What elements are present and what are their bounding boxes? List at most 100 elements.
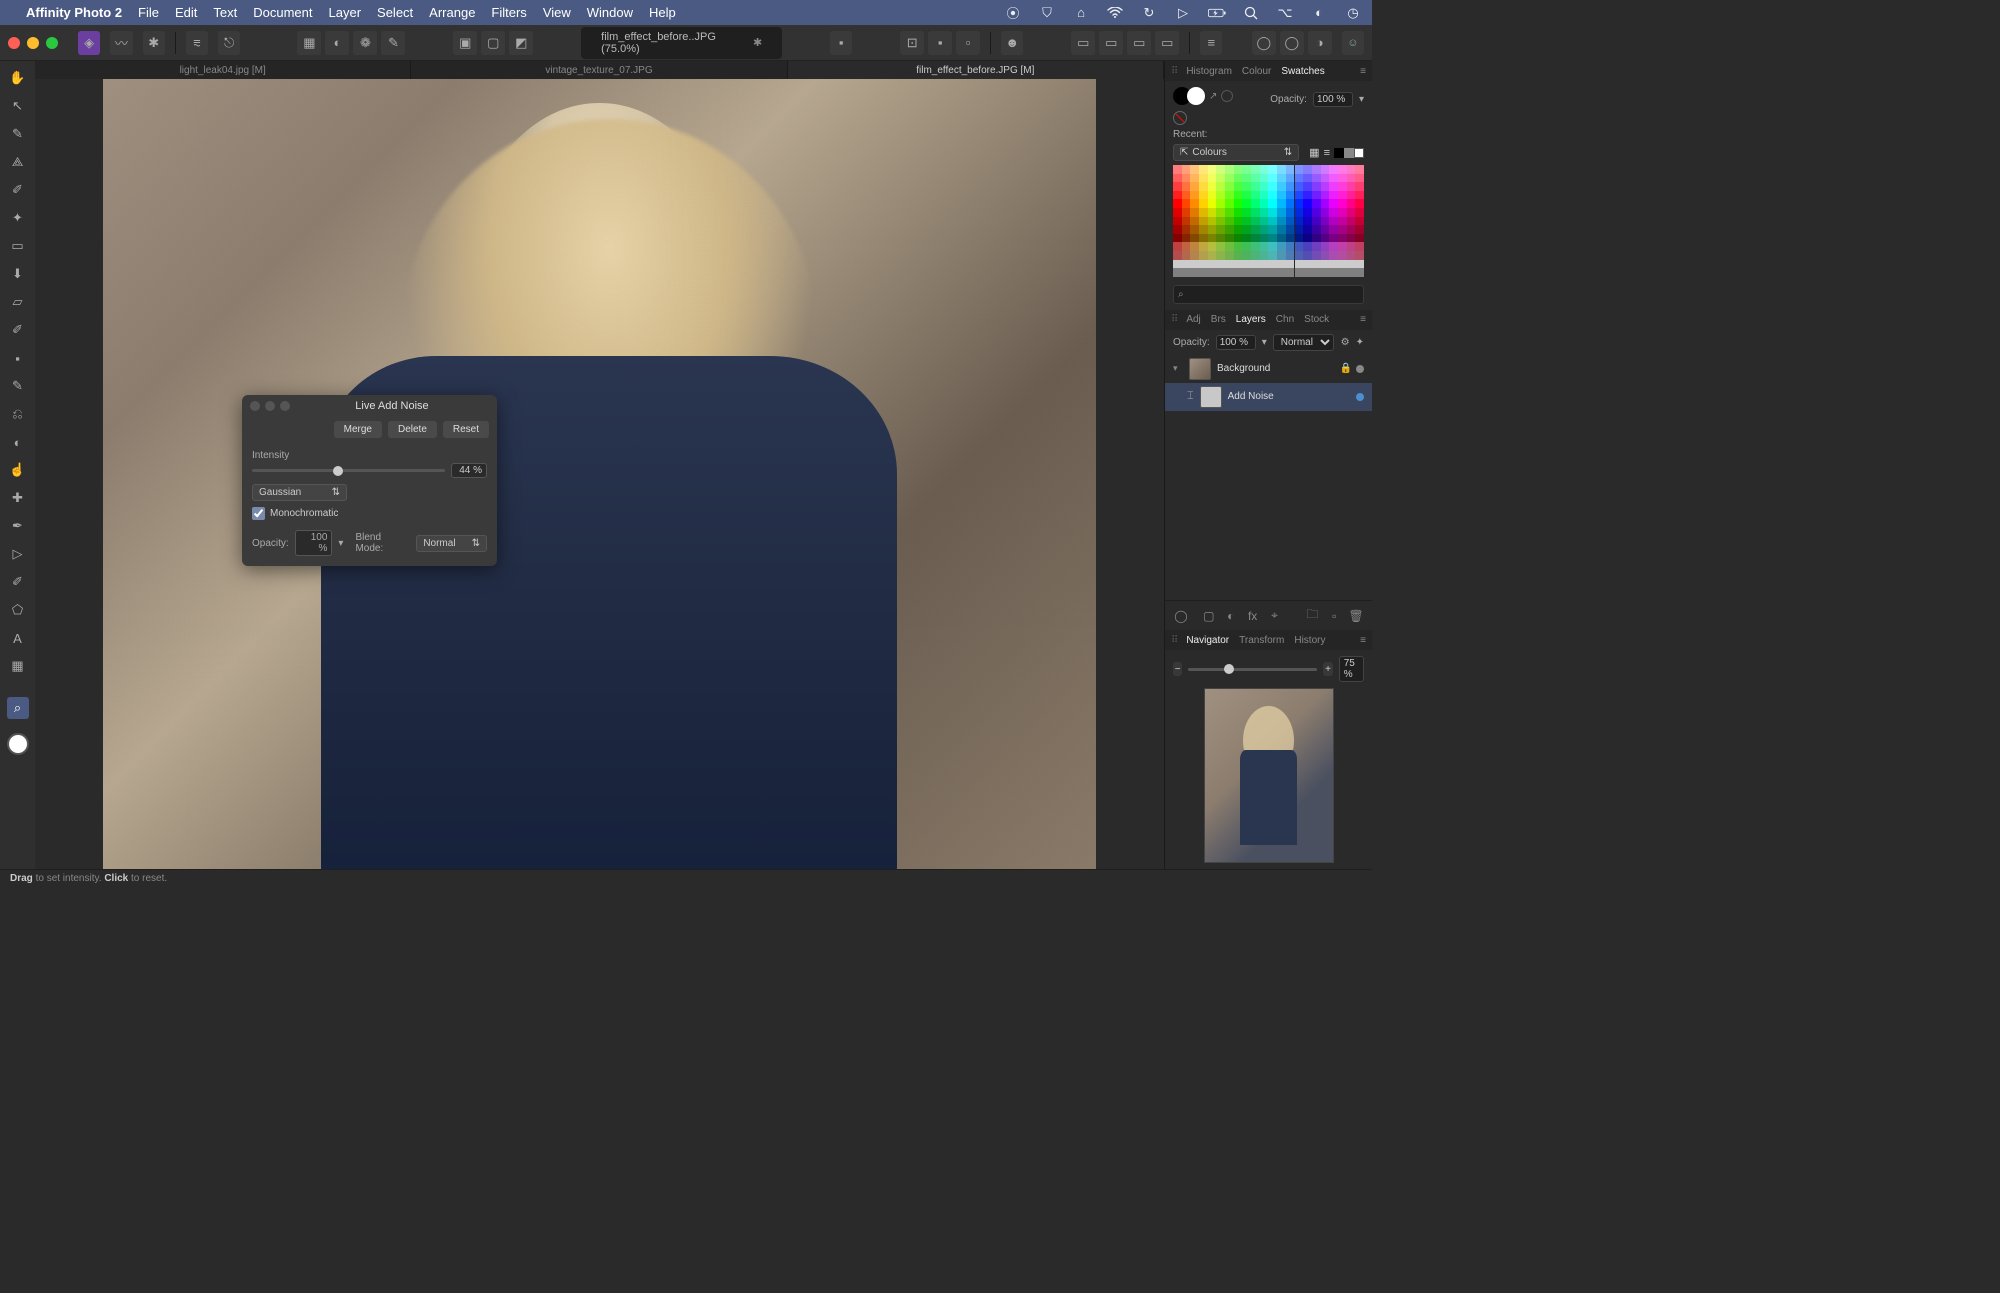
swatch[interactable]	[1199, 260, 1208, 269]
swatch[interactable]	[1295, 242, 1304, 251]
tab-stock[interactable]: Stock	[1304, 314, 1329, 325]
swatch[interactable]	[1225, 174, 1234, 183]
wifi-icon[interactable]	[1106, 4, 1124, 22]
swatch[interactable]	[1321, 199, 1330, 208]
swatch[interactable]	[1216, 260, 1225, 269]
swatch[interactable]	[1260, 268, 1269, 277]
swatch[interactable]	[1216, 199, 1225, 208]
swatch[interactable]	[1173, 182, 1182, 191]
swatch[interactable]	[1347, 165, 1356, 174]
panel-grip-icon[interactable]: ⠿	[1171, 635, 1176, 646]
group-layers-icon[interactable]: 🗀	[1304, 605, 1320, 626]
swatch[interactable]	[1216, 208, 1225, 217]
swatch[interactable]	[1216, 165, 1225, 174]
swatch[interactable]	[1321, 174, 1330, 183]
swatch[interactable]	[1182, 217, 1191, 226]
swatch[interactable]	[1355, 217, 1364, 226]
flood-fill-tool-icon[interactable]: ⬇	[7, 263, 29, 285]
swatch[interactable]	[1173, 251, 1182, 260]
menu-text[interactable]: Text	[213, 5, 237, 20]
panel-menu-icon[interactable]: ≡	[1360, 314, 1366, 325]
menu-window[interactable]: Window	[587, 5, 633, 20]
swatch[interactable]	[1242, 182, 1251, 191]
swatch[interactable]	[1208, 225, 1217, 234]
swatch[interactable]	[1190, 191, 1199, 200]
tab-channels[interactable]: Chn	[1276, 314, 1294, 325]
swatch[interactable]	[1286, 268, 1295, 277]
swatch[interactable]	[1242, 242, 1251, 251]
add-mask-icon[interactable]: ▢	[1201, 609, 1217, 623]
swatch[interactable]	[1268, 165, 1277, 174]
move-by-pixel-icon[interactable]: ▫	[956, 31, 980, 55]
swatch[interactable]	[1286, 208, 1295, 217]
menu-filters[interactable]: Filters	[491, 5, 526, 20]
swatch[interactable]	[1303, 260, 1312, 269]
swatch[interactable]	[1260, 260, 1269, 269]
zoom-tool-icon[interactable]: ⌕	[7, 697, 29, 719]
tab-layers[interactable]: Layers	[1236, 314, 1266, 325]
swatch[interactable]	[1216, 191, 1225, 200]
swatch[interactable]	[1234, 174, 1243, 183]
move-tool-icon[interactable]: ↖	[7, 95, 29, 117]
swatch[interactable]	[1251, 225, 1260, 234]
swatch[interactable]	[1347, 182, 1356, 191]
dialog-opacity-value[interactable]: 100 %	[295, 530, 333, 556]
maximize-window-icon[interactable]	[46, 37, 58, 49]
close-window-icon[interactable]	[8, 37, 20, 49]
swatch-grey[interactable]	[1344, 148, 1354, 158]
swatch[interactable]	[1295, 251, 1304, 260]
swatch[interactable]	[1303, 242, 1312, 251]
swatch[interactable]	[1286, 199, 1295, 208]
swatch[interactable]	[1268, 225, 1277, 234]
swatch[interactable]	[1182, 199, 1191, 208]
swatch[interactable]	[1355, 260, 1364, 269]
add-live-filter-icon[interactable]: ⌖	[1267, 608, 1283, 623]
swatch[interactable]	[1260, 234, 1269, 243]
swatch[interactable]	[1303, 268, 1312, 277]
panel-grip-icon[interactable]: ⠿	[1171, 66, 1176, 77]
swatch[interactable]	[1216, 225, 1225, 234]
battery-icon[interactable]	[1208, 4, 1226, 22]
swatch[interactable]	[1268, 260, 1277, 269]
swatch[interactable]	[1268, 217, 1277, 226]
swatch[interactable]	[1225, 268, 1234, 277]
swatch[interactable]	[1199, 234, 1208, 243]
swatch[interactable]	[1216, 242, 1225, 251]
swatch[interactable]	[1312, 242, 1321, 251]
swatch[interactable]	[1268, 251, 1277, 260]
swatch[interactable]	[1190, 234, 1199, 243]
swatch[interactable]	[1321, 217, 1330, 226]
swatch[interactable]	[1190, 165, 1199, 174]
swatch[interactable]	[1295, 174, 1304, 183]
swatch[interactable]	[1355, 182, 1364, 191]
swatch[interactable]	[1242, 260, 1251, 269]
swatch[interactable]	[1355, 165, 1364, 174]
swatch[interactable]	[1234, 268, 1243, 277]
zoom-in-button[interactable]: +	[1323, 662, 1332, 676]
layer-row[interactable]: ⌶ Add Noise	[1165, 383, 1372, 411]
colour-picker-tool-icon[interactable]: ✎	[7, 123, 29, 145]
swatch[interactable]	[1242, 225, 1251, 234]
swatch[interactable]	[1190, 217, 1199, 226]
menu-select[interactable]: Select	[377, 5, 413, 20]
monochromatic-input[interactable]	[252, 507, 265, 520]
swap-colours-icon[interactable]: ↗	[1209, 91, 1217, 102]
swatch[interactable]	[1312, 268, 1321, 277]
swatch[interactable]	[1251, 199, 1260, 208]
swatch[interactable]	[1295, 182, 1304, 191]
swatch[interactable]	[1355, 268, 1364, 277]
selection-brush-tool-icon[interactable]: ✐	[7, 179, 29, 201]
swatch[interactable]	[1199, 174, 1208, 183]
swatch[interactable]	[1268, 199, 1277, 208]
swatch[interactable]	[1182, 165, 1191, 174]
swatch[interactable]	[1260, 217, 1269, 226]
swatch[interactable]	[1234, 217, 1243, 226]
swatch[interactable]	[1355, 225, 1364, 234]
swatch[interactable]	[1268, 191, 1277, 200]
menu-layer[interactable]: Layer	[329, 5, 362, 20]
swatch[interactable]	[1182, 225, 1191, 234]
mesh-warp-tool-icon[interactable]: ▦	[7, 655, 29, 677]
persona-liquify-icon[interactable]: 〰	[110, 31, 132, 55]
swatch[interactable]	[1190, 251, 1199, 260]
swatch[interactable]	[1321, 182, 1330, 191]
